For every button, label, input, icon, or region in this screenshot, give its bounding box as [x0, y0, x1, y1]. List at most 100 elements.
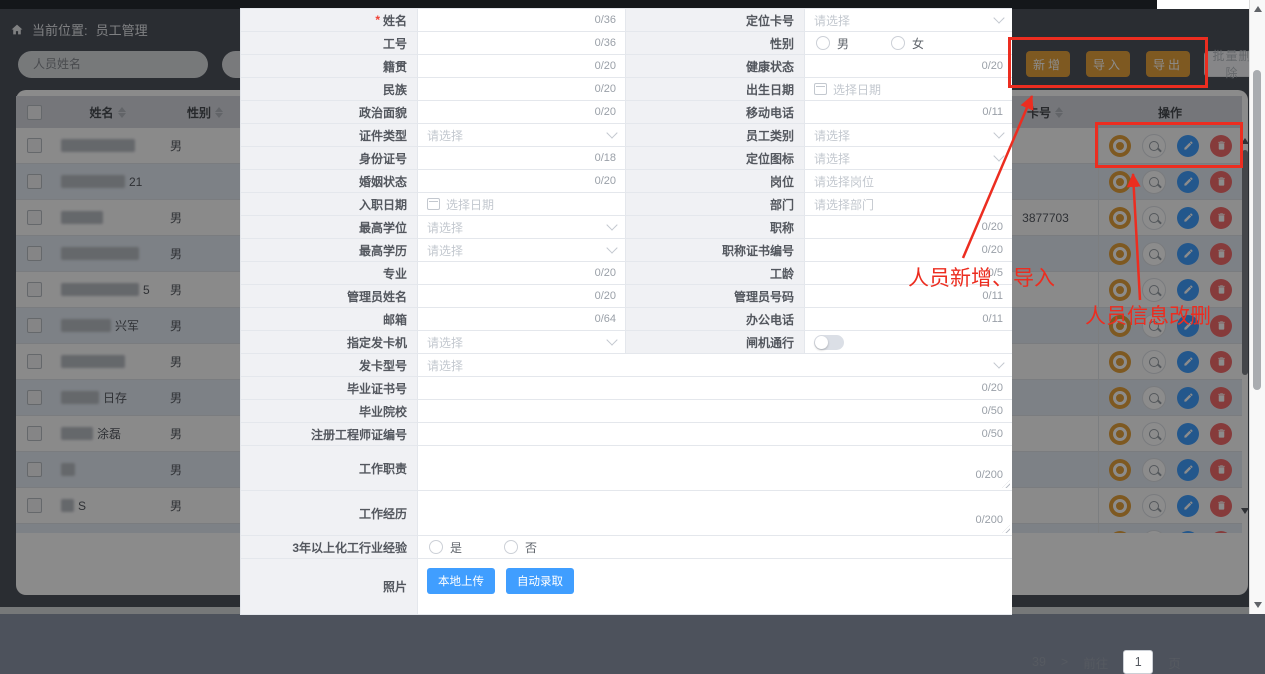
text-input[interactable]: 0/20	[418, 262, 625, 285]
toggle-knob	[815, 336, 828, 349]
form-field-label: 健康状态	[625, 55, 805, 78]
form-field-label: 最高学位	[240, 216, 418, 239]
scroll-down-icon[interactable]	[1254, 602, 1262, 608]
select-input[interactable]: 请选择	[418, 216, 625, 239]
date-picker-input[interactable]: 选择日期	[418, 193, 625, 216]
header-white-box	[1157, 0, 1254, 9]
browser-scrollbar[interactable]	[1249, 0, 1265, 614]
text-input[interactable]: 0/18	[418, 147, 625, 170]
text-input[interactable]: 0/20	[418, 285, 625, 308]
picker-input[interactable]: 请选择部门	[805, 193, 1012, 216]
char-counter: 0/20	[595, 83, 616, 95]
goto-label: 前往	[1083, 653, 1108, 672]
text-input[interactable]: 0/20	[418, 55, 625, 78]
char-counter: 0/20	[595, 60, 616, 72]
date-picker-input[interactable]: 选择日期	[805, 78, 1012, 101]
text-input[interactable]: 0/20	[805, 239, 1012, 262]
form-field-label: 邮箱	[240, 308, 418, 331]
form-field-label: 证件类型	[240, 124, 418, 147]
select-input[interactable]: 请选择	[418, 239, 625, 262]
form-field-label: 3年以上化工行业经验	[240, 536, 418, 559]
text-input[interactable]: 0/20	[805, 216, 1012, 239]
form-field-label: *姓名	[240, 9, 418, 32]
radio-option[interactable]: 女	[891, 35, 924, 52]
form-field-label: 性别	[625, 32, 805, 55]
scroll-up-icon[interactable]	[1254, 6, 1262, 12]
char-counter: 0/20	[595, 290, 616, 302]
radio-group: 是否	[418, 536, 1012, 559]
text-input[interactable]: 0/36	[418, 9, 625, 32]
upload-button[interactable]: 本地上传	[427, 568, 495, 594]
resize-grip-icon[interactable]	[1002, 525, 1010, 533]
picker-input[interactable]: 请选择岗位	[805, 170, 1012, 193]
radio-circle-icon	[891, 36, 905, 50]
text-input[interactable]: 0/50	[418, 400, 1012, 423]
form-field-label: 工作经历	[240, 491, 418, 536]
radio-option[interactable]: 男	[816, 35, 849, 52]
char-counter: 0/20	[982, 382, 1003, 394]
text-input[interactable]: 0/20	[418, 101, 625, 124]
text-input[interactable]: 0/20	[418, 78, 625, 101]
text-input[interactable]: 0/20	[805, 55, 1012, 78]
form-field-label: 管理员姓名	[240, 285, 418, 308]
radio-circle-icon	[429, 540, 443, 554]
annotation-rect-row-actions	[1095, 122, 1243, 168]
form-field-label: 毕业院校	[240, 400, 418, 423]
upload-button[interactable]: 自动录取	[506, 568, 574, 594]
char-counter: 0/20	[982, 244, 1003, 256]
char-counter: 0/18	[595, 152, 616, 164]
text-input[interactable]: 0/20	[418, 170, 625, 193]
char-counter: 0/50	[982, 405, 1003, 417]
page-unit-label: 页	[1168, 653, 1181, 672]
form-field-label: 专业	[240, 262, 418, 285]
form-field-label: 民族	[240, 78, 418, 101]
char-counter: 0/200	[975, 469, 1003, 481]
pagination: 39 > 前往 1 页	[1032, 650, 1181, 674]
text-input[interactable]: 0/11	[805, 101, 1012, 124]
text-input[interactable]: 0/36	[418, 32, 625, 55]
textarea-input[interactable]: 0/200	[418, 491, 1012, 536]
page-input[interactable]: 1	[1123, 650, 1153, 674]
text-input[interactable]: 0/11	[805, 308, 1012, 331]
page-number-button[interactable]: 39	[1032, 655, 1046, 669]
select-placeholder: 请选择	[427, 219, 463, 236]
input-placeholder: 请选择部门	[814, 196, 874, 213]
chevron-down-icon	[993, 357, 1004, 368]
select-input[interactable]: 请选择	[418, 331, 625, 354]
radio-circle-icon	[504, 540, 518, 554]
text-input[interactable]: 0/64	[418, 308, 625, 331]
form-field-label: 职称	[625, 216, 805, 239]
radio-option[interactable]: 否	[504, 539, 537, 556]
employee-form: *姓名0/36定位卡号请选择工号0/36性别男女籍贯0/20健康状态0/20民族…	[240, 8, 1012, 615]
char-counter: 0/11	[982, 313, 1003, 325]
date-placeholder: 选择日期	[833, 81, 881, 98]
select-input[interactable]: 请选择	[805, 124, 1012, 147]
select-placeholder: 请选择	[427, 334, 463, 351]
form-field-label: 管理员号码	[625, 285, 805, 308]
scrollbar-thumb[interactable]	[1253, 70, 1261, 390]
select-input[interactable]: 请选择	[418, 354, 1012, 377]
select-placeholder: 请选择	[814, 150, 850, 167]
form-field-label: 员工类别	[625, 124, 805, 147]
resize-grip-icon[interactable]	[1002, 480, 1010, 488]
form-field-label: 工号	[240, 32, 418, 55]
char-counter: 0/20	[595, 175, 616, 187]
select-input[interactable]: 请选择	[418, 124, 625, 147]
photo-upload-cell: 本地上传自动录取	[418, 559, 1012, 615]
text-input[interactable]: 0/20	[418, 377, 1012, 400]
form-field-label: 最高学历	[240, 239, 418, 262]
char-counter: 0/20	[595, 106, 616, 118]
form-field-label: 照片	[240, 559, 418, 615]
radio-group: 男女	[805, 32, 1012, 55]
select-input[interactable]: 请选择	[805, 147, 1012, 170]
radio-option[interactable]: 是	[429, 539, 462, 556]
text-input[interactable]: 0/50	[418, 423, 1012, 446]
toggle-switch[interactable]	[814, 335, 844, 350]
select-placeholder: 请选择	[814, 127, 850, 144]
form-field-label: 闸机通行	[625, 331, 805, 354]
char-counter: 0/50	[982, 428, 1003, 440]
char-counter: 0/200	[975, 514, 1003, 526]
select-input[interactable]: 请选择	[805, 9, 1012, 32]
textarea-input[interactable]: 0/200	[418, 446, 1012, 491]
next-page-button[interactable]: >	[1061, 655, 1068, 669]
